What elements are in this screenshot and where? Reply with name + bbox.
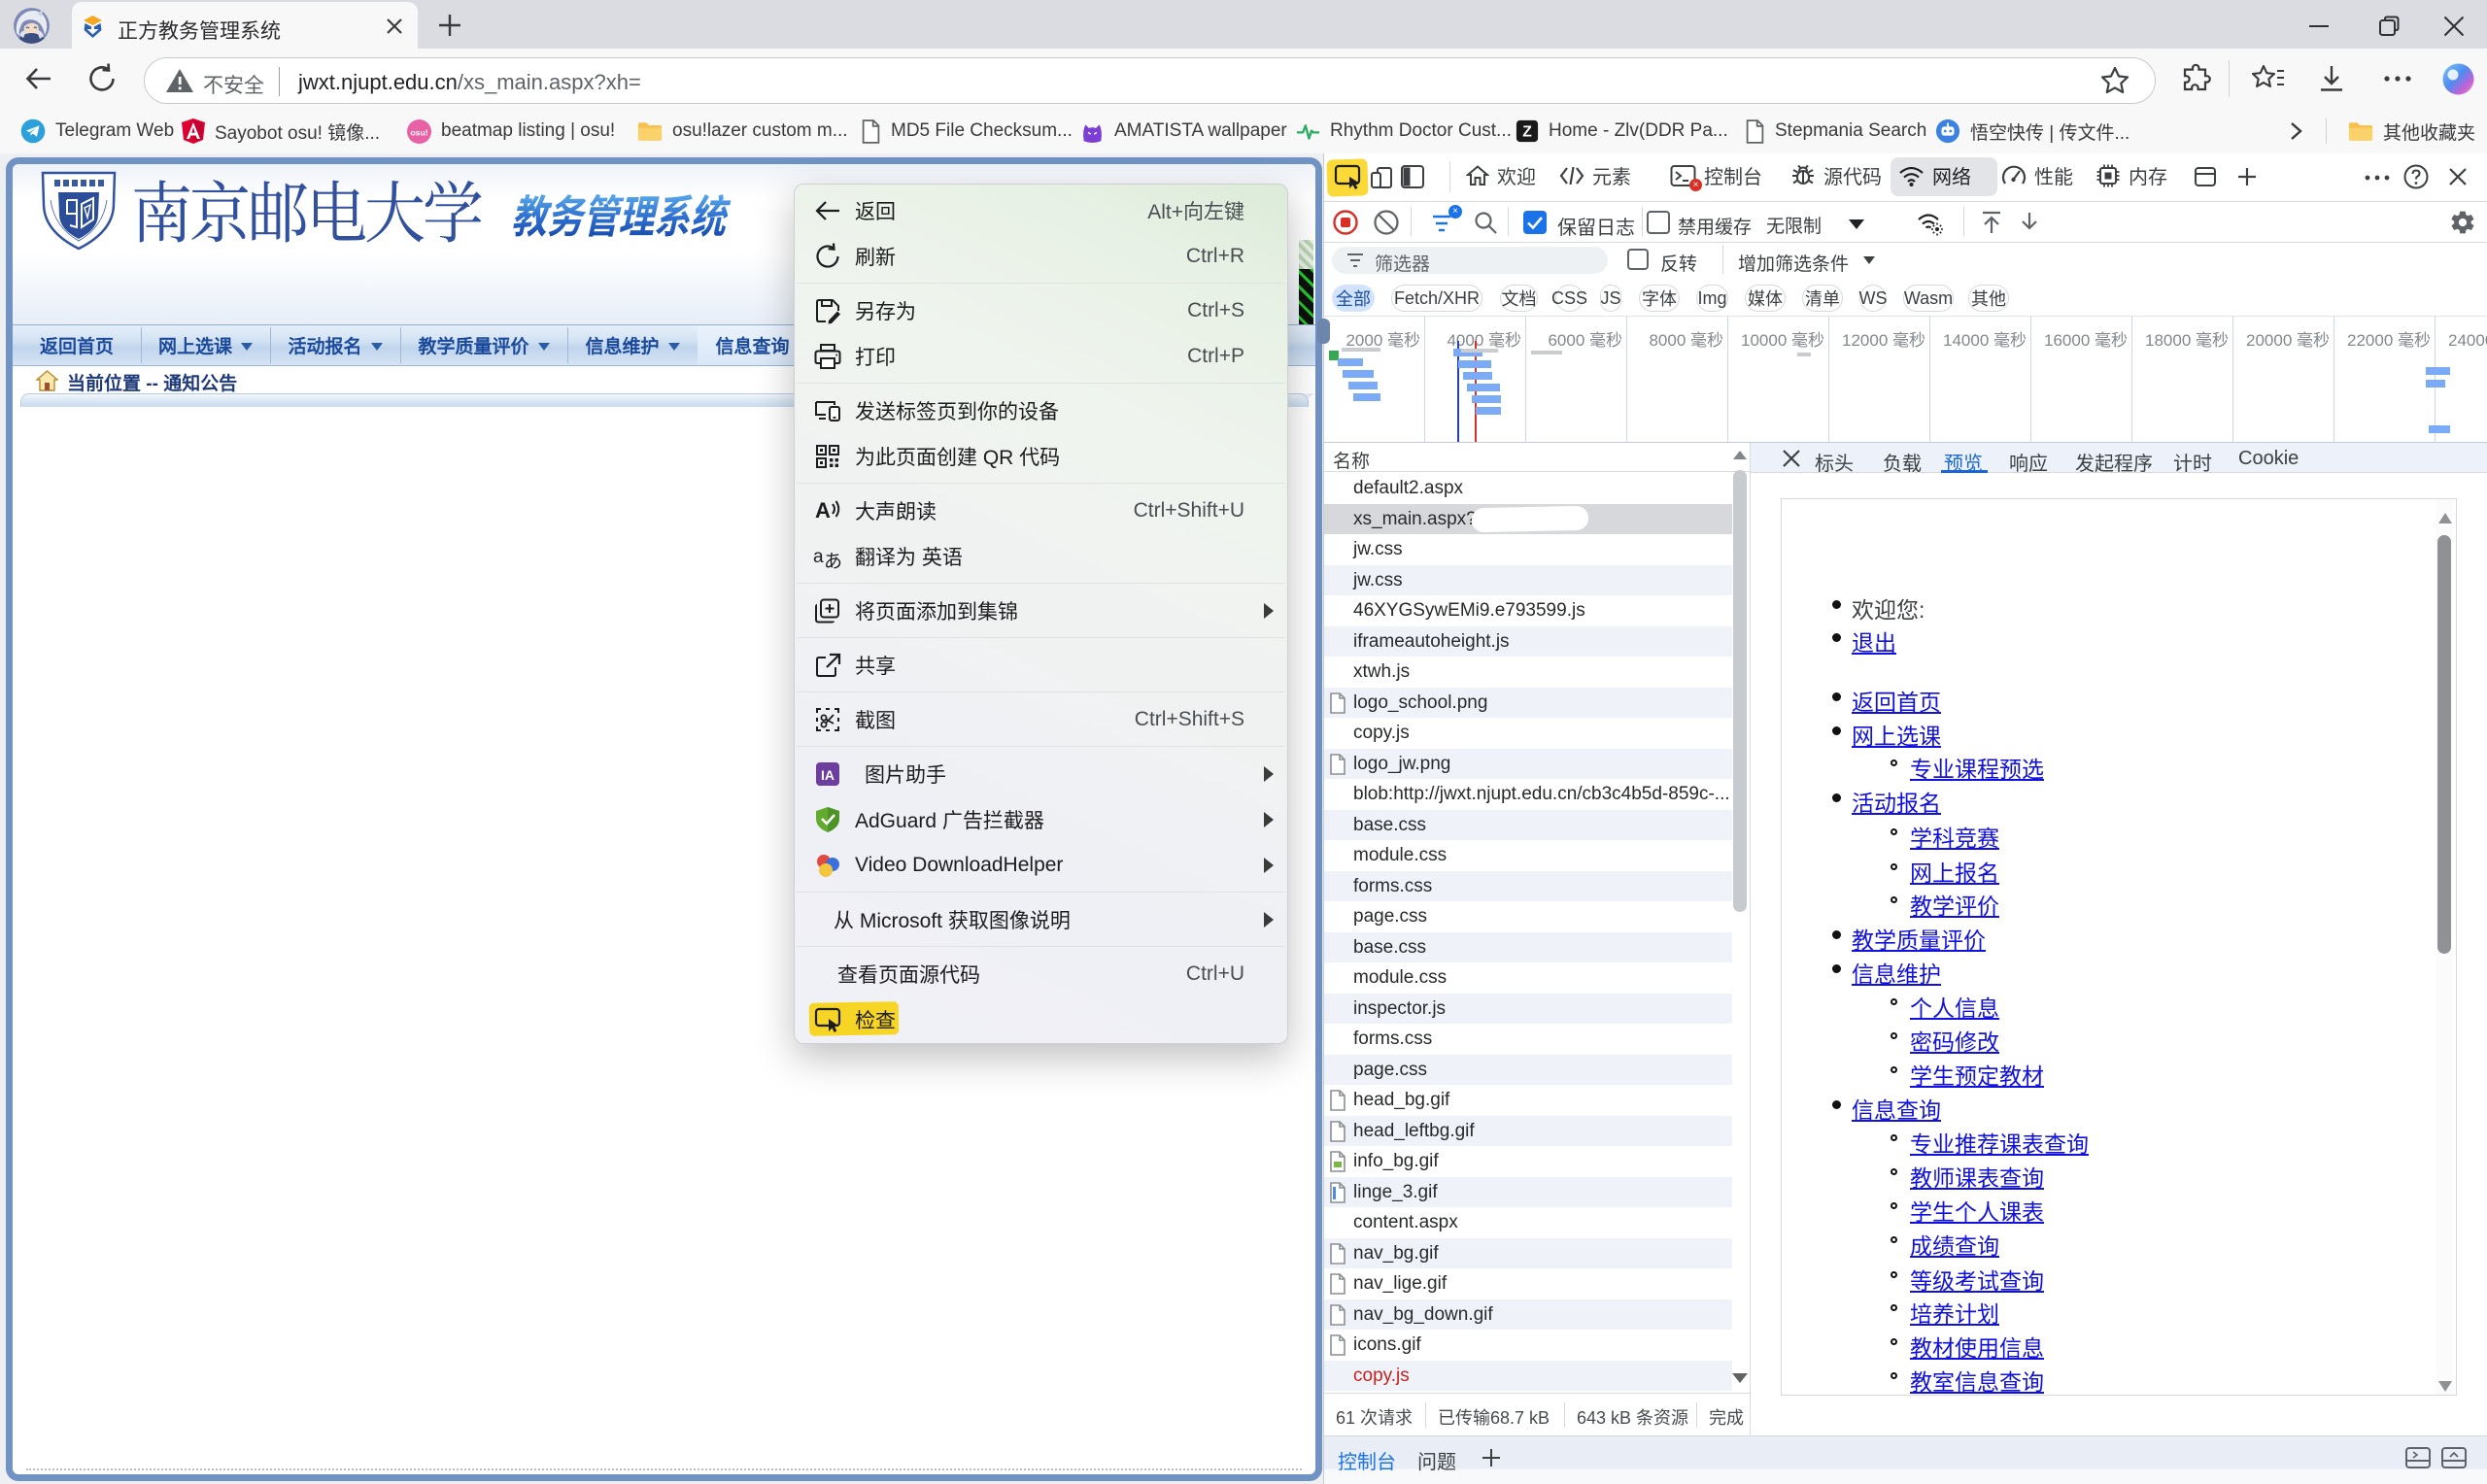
svg-text:Z: Z — [1522, 124, 1532, 141]
svg-text:A: A — [815, 498, 831, 523]
svg-text:IA: IA — [821, 767, 835, 783]
svg-text:a: a — [813, 547, 824, 567]
svg-text:osu!: osu! — [410, 127, 427, 137]
svg-text:あ: あ — [824, 552, 842, 571]
